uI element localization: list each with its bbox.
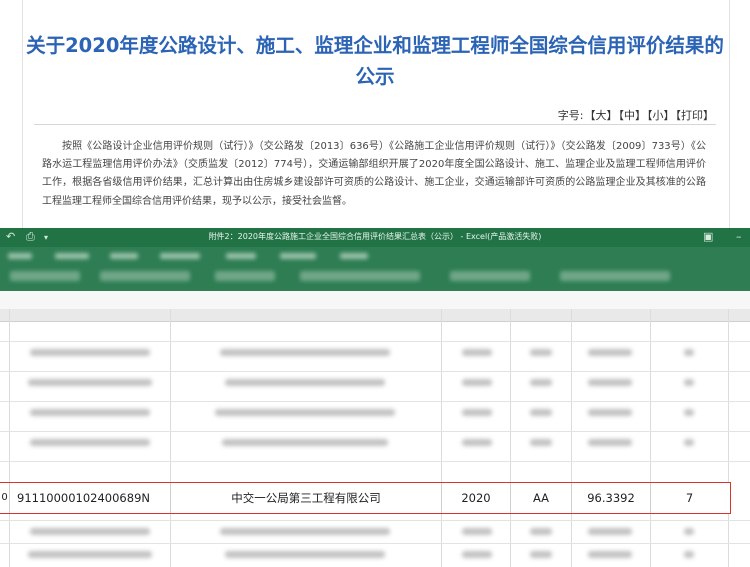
excel-ribbon [0, 247, 750, 291]
excel-window: ↶ ⎙ ▾ 附件2：2020年度公路施工企业全国综合信用评价结果汇总表（公示） … [0, 228, 750, 567]
rank-cell[interactable]: 7 [651, 483, 728, 513]
row-number: 0 [1, 492, 8, 503]
font-size-small-link[interactable]: 【小】 [647, 109, 675, 122]
excel-window-title: 附件2：2020年度公路施工企业全国综合信用评价结果汇总表（公示） - Exce… [208, 232, 542, 241]
column-header[interactable] [511, 309, 572, 322]
print-link[interactable]: 【打印】 [676, 109, 715, 122]
credit-code-cell[interactable]: 91110000102400689N [17, 483, 170, 513]
score-cell[interactable]: 96.3392 [572, 483, 650, 513]
formula-bar[interactable] [0, 291, 750, 310]
article-body: 按照《公路设计企业信用评价规则（试行）》（交公路发〔2013〕636号）《公路施… [42, 141, 706, 207]
title-divider [34, 124, 716, 125]
highlighted-table-row[interactable]: 0 91110000102400689N 中交一公局第三工程有限公司 2020 … [0, 482, 731, 514]
column-header[interactable] [442, 309, 511, 322]
ribbon-display-icon[interactable]: ▣ [703, 230, 713, 243]
company-name-cell[interactable]: 中交一公局第三工程有限公司 [171, 483, 441, 513]
year-cell[interactable]: 2020 [442, 483, 510, 513]
font-size-controls: 字号:【大】【中】【小】【打印】 [557, 107, 714, 123]
column-header[interactable] [10, 309, 171, 322]
excel-title-bar: ↶ ⎙ ▾ 附件2：2020年度公路施工企业全国综合信用评价结果汇总表（公示） … [0, 228, 750, 247]
minimize-icon[interactable]: – [736, 230, 742, 243]
spreadsheet-grid[interactable]: 0 91110000102400689N 中交一公局第三工程有限公司 2020 … [0, 309, 750, 567]
font-size-label: 字号: [557, 109, 584, 122]
column-header[interactable] [572, 309, 651, 322]
column-header[interactable] [729, 309, 750, 322]
font-size-medium-link[interactable]: 【中】 [619, 109, 647, 122]
grade-cell[interactable]: AA [511, 483, 571, 513]
column-header[interactable] [651, 309, 729, 322]
column-header[interactable] [171, 309, 442, 322]
article-page: 关于2020年度公路设计、施工、监理企业和监理工程师全国综合信用评价结果的公示 … [0, 0, 750, 228]
font-size-large-link[interactable]: 【大】 [585, 109, 618, 122]
article-title: 关于2020年度公路设计、施工、监理企业和监理工程师全国综合信用评价结果的公示 [26, 34, 724, 88]
